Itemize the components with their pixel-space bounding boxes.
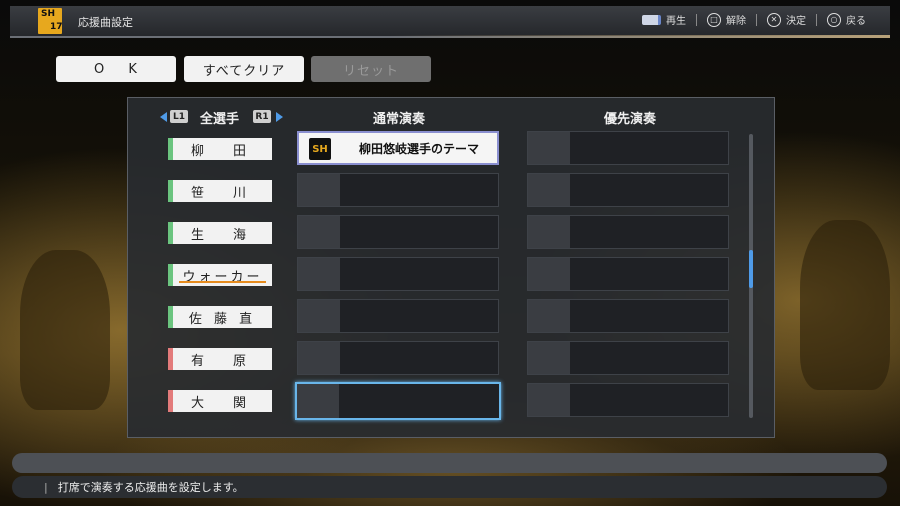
logo-text: SH	[41, 9, 56, 19]
song-title	[570, 342, 728, 374]
r1-button-icon[interactable]: R1	[253, 110, 271, 123]
normal-song-slot-focused[interactable]	[295, 382, 501, 420]
song-title	[339, 384, 499, 418]
song-title	[570, 300, 728, 332]
normal-song-slot[interactable]	[297, 299, 499, 333]
priority-song-slot[interactable]	[527, 131, 729, 165]
slot-cap	[528, 132, 570, 164]
background-player-silhouette-right	[800, 220, 890, 390]
square-button-icon: □	[707, 12, 721, 27]
priority-song-slot[interactable]	[527, 215, 729, 249]
priority-song-slot[interactable]	[527, 341, 729, 375]
slot-cap	[528, 300, 570, 332]
normal-song-slot[interactable]	[297, 173, 499, 207]
release-label: 解除	[726, 16, 746, 27]
cross-button-icon: ✕	[767, 12, 781, 27]
priority-song-slot[interactable]	[527, 173, 729, 207]
back-label: 戻る	[846, 16, 866, 27]
priority-song-slot[interactable]	[527, 257, 729, 291]
player-name[interactable]: 笹 川	[168, 180, 272, 202]
reset-button[interactable]: リセット	[311, 56, 431, 82]
song-title	[570, 216, 728, 248]
play-control[interactable]: 再生	[632, 12, 696, 27]
info-bar	[12, 453, 887, 473]
player-name[interactable]: 有 原	[168, 348, 272, 370]
logo-year: 17	[50, 22, 63, 32]
normal-column-header: 通常演奏	[373, 112, 426, 127]
play-label: 再生	[666, 16, 686, 27]
song-title	[340, 342, 498, 374]
confirm-control[interactable]: ✕ 決定	[757, 12, 816, 27]
normal-song-slot[interactable]	[297, 341, 499, 375]
button-guide: 再生 □ 解除 ✕ 決定 ○ 戻る	[632, 12, 876, 27]
title-bar: SH 17 応援曲設定 再生 □ 解除 ✕ 決定 ○ 戻る	[10, 6, 890, 38]
slot-cap	[528, 384, 570, 416]
player-name[interactable]: 柳 田	[168, 138, 272, 160]
song-title	[570, 258, 728, 290]
normal-song-slot[interactable]	[297, 257, 499, 291]
help-text: 打席で演奏する応援曲を設定します。	[44, 479, 244, 495]
player-name[interactable]: 大 関	[168, 390, 272, 412]
slot-cap	[298, 174, 340, 206]
player-name-selected[interactable]: ウォーカー	[168, 264, 272, 286]
confirm-label: 決定	[786, 16, 806, 27]
player-name[interactable]: 生 海	[168, 222, 272, 244]
normal-song-slot[interactable]: SH 柳田悠岐選手のテーマ	[297, 131, 499, 165]
song-title: 柳田悠岐選手のテーマ	[358, 141, 479, 156]
game-logo: SH 17	[38, 8, 63, 34]
song-title	[340, 300, 498, 332]
filter-label: 全選手	[200, 112, 240, 127]
priority-song-slot[interactable]	[527, 299, 729, 333]
clear-all-button[interactable]: すべてクリア	[184, 56, 304, 82]
touchpad-icon	[642, 14, 661, 25]
help-bar: 打席で演奏する応援曲を設定します。	[12, 476, 887, 498]
slot-cap	[298, 300, 340, 332]
screen-title: 応援曲設定	[78, 16, 133, 29]
circle-button-icon: ○	[827, 12, 841, 27]
priority-column-header: 優先演奏	[604, 112, 657, 127]
song-title	[340, 216, 498, 248]
slot-cap	[298, 216, 340, 248]
back-control[interactable]: ○ 戻る	[817, 12, 876, 27]
slot-cap	[528, 258, 570, 290]
l1-button-icon[interactable]: L1	[170, 110, 188, 123]
slot-cap	[528, 174, 570, 206]
song-title	[570, 174, 728, 206]
title-bar-accent	[390, 35, 890, 38]
slot-cap	[298, 342, 340, 374]
prev-filter-arrow-icon[interactable]	[160, 112, 167, 122]
next-filter-arrow-icon[interactable]	[276, 112, 283, 122]
background-player-silhouette-left	[20, 250, 110, 410]
scrollbar-thumb[interactable]	[749, 250, 753, 288]
slot-cap	[528, 216, 570, 248]
cheer-song-table: L1 全選手 R1 通常演奏 優先演奏 柳 田 SH 柳田悠岐選手のテーマ 笹 …	[127, 97, 775, 438]
song-title	[340, 174, 498, 206]
priority-song-slot[interactable]	[527, 383, 729, 417]
song-title	[570, 132, 728, 164]
slot-cap: SH	[299, 133, 341, 163]
team-logo-icon: SH	[309, 138, 331, 160]
player-name[interactable]: 佐 藤 直	[168, 306, 272, 328]
normal-song-slot[interactable]	[297, 215, 499, 249]
release-control[interactable]: □ 解除	[697, 12, 756, 27]
slot-cap	[297, 384, 339, 418]
slot-cap	[298, 258, 340, 290]
ok-button[interactable]: O K	[56, 56, 176, 82]
song-title	[340, 258, 498, 290]
slot-cap	[528, 342, 570, 374]
song-title	[570, 384, 728, 416]
